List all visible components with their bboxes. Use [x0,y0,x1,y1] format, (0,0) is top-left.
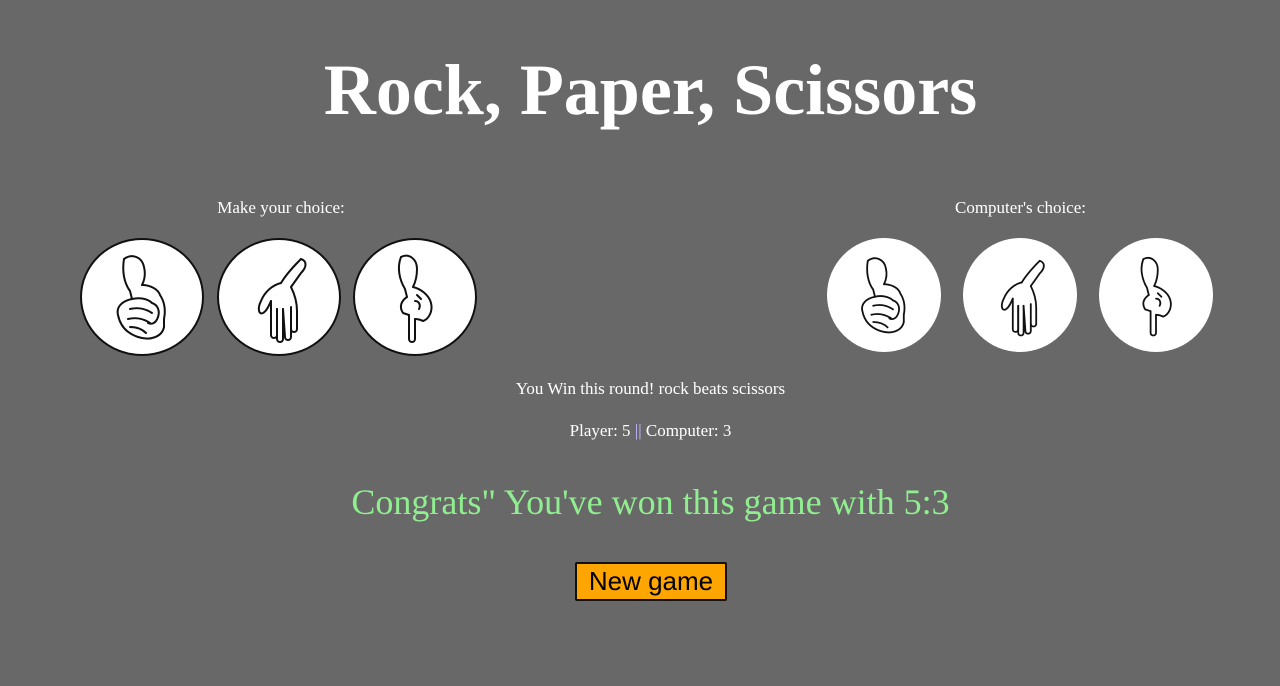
computer-panel: Computer's choice: [826,196,1215,363]
score-separator: || [634,421,642,440]
page-title: Rock, Paper, Scissors [323,50,978,130]
paper-choice-button[interactable] [217,238,341,356]
new-game-button[interactable]: New game [575,562,727,601]
game-page: Rock, Paper, Scissors Make your choice: [0,0,1280,686]
player-choice-label: Make your choice: [217,198,345,217]
game-result-message: Congrats" You've won this game with 5:3 [351,482,950,522]
computer-scissors-choice [1099,238,1213,352]
player-choices [80,238,482,363]
score-display: Player: 5 || Computer: 3 [0,419,1280,443]
scissors-choice-button[interactable] [353,238,477,356]
computer-choices [826,238,1215,363]
fist-hand-icon [102,249,182,345]
player-panel: Make your choice: [80,196,482,363]
open-hand-icon [984,251,1056,339]
player-score: Player: 5 [569,421,631,440]
fist-hand-icon [848,251,920,339]
open-hand-icon [239,249,319,345]
computer-rock-choice [827,238,941,352]
computer-choice-label: Computer's choice: [954,198,1086,217]
computer-paper-choice [963,238,1077,352]
rock-choice-button[interactable] [80,238,204,356]
computer-score: Computer: 3 [645,421,732,440]
pointing-hand-icon [375,249,455,345]
round-result-message: You Win this round! rock beats scissors [515,379,786,398]
pointing-hand-icon [1120,251,1192,339]
